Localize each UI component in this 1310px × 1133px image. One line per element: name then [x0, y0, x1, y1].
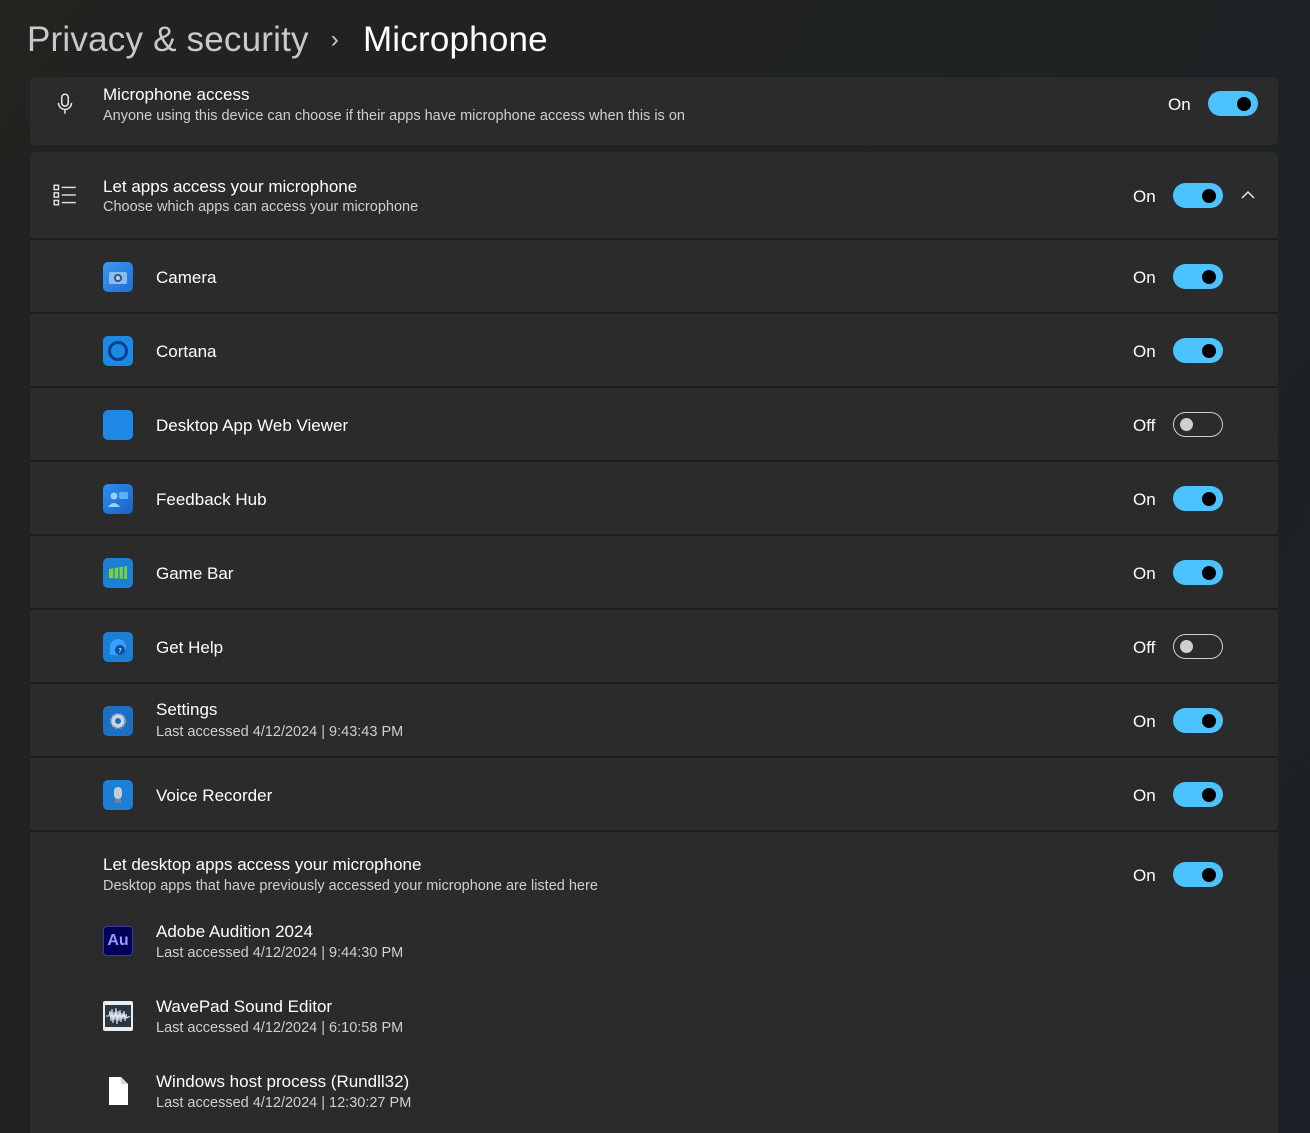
cortana-toggle[interactable] — [1173, 338, 1223, 363]
desktop-app-last-accessed: Last accessed 4/12/2024 | 12:30:27 PM — [156, 1095, 412, 1111]
toggle-knob — [1202, 713, 1216, 728]
desktop-app-name: Adobe Audition 2024 — [156, 922, 313, 941]
wavepad-icon — [103, 1001, 133, 1031]
microphone-access-card: Microphone access Anyone using this devi… — [30, 77, 1278, 145]
apps-access-card: Let apps access your microphone Choose w… — [30, 152, 1278, 1133]
microphone-access-state: On — [1168, 95, 1191, 114]
desktop-access-state: On — [1133, 866, 1156, 885]
toggle-knob — [1202, 188, 1216, 203]
voice-recorder-toggle[interactable] — [1173, 782, 1223, 807]
camera-toggle[interactable] — [1173, 264, 1223, 289]
desktop-access-toggle[interactable] — [1173, 862, 1223, 887]
cortana-icon — [103, 336, 133, 366]
apps-access-header[interactable]: Let apps access your microphone Choose w… — [30, 152, 1278, 238]
app-name: Cortana — [156, 342, 217, 361]
app-row-feedback-hub: Feedback Hub On — [30, 460, 1278, 534]
app-row-camera: Camera On — [30, 238, 1278, 312]
desktop-app-web-viewer-toggle[interactable] — [1173, 412, 1223, 437]
breadcrumb: Privacy & security › Microphone — [27, 16, 548, 64]
toggle-knob — [1202, 269, 1216, 284]
app-name: Settings — [156, 700, 218, 719]
settings-gear-icon — [103, 706, 133, 736]
toggle-knob — [1202, 867, 1216, 882]
breadcrumb-separator: › — [330, 26, 339, 53]
settings-toggle[interactable] — [1173, 708, 1223, 733]
app-state: On — [1133, 490, 1156, 509]
apps-access-title: Let apps access your microphone — [103, 177, 358, 196]
app-name: Desktop App Web Viewer — [156, 416, 349, 435]
get-help-toggle[interactable] — [1173, 634, 1223, 659]
game-bar-icon — [103, 558, 133, 588]
toggle-knob — [1202, 565, 1216, 580]
page-title: Microphone — [362, 20, 548, 59]
feedback-hub-toggle[interactable] — [1173, 486, 1223, 511]
toggle-knob — [1202, 787, 1216, 802]
toggle-knob — [1202, 491, 1216, 506]
app-last-accessed: Last accessed 4/12/2024 | 9:43:43 PM — [156, 724, 404, 740]
desktop-access-description: Desktop apps that have previously access… — [103, 878, 598, 894]
chevron-up-icon[interactable] — [1238, 185, 1258, 205]
app-name: Game Bar — [156, 564, 234, 583]
desktop-apps-section: Let desktop apps access your microphone … — [30, 830, 1278, 1133]
app-name: Get Help — [156, 638, 224, 657]
microphone-icon — [57, 93, 73, 114]
microphone-access-toggle[interactable] — [1208, 91, 1258, 116]
desktop-app-last-accessed: Last accessed 4/12/2024 | 6:10:58 PM — [156, 1020, 404, 1036]
app-state: Off — [1133, 638, 1156, 657]
app-state: On — [1133, 786, 1156, 805]
app-state: On — [1133, 712, 1156, 731]
microphone-access-description: Anyone using this device can choose if t… — [103, 108, 685, 124]
app-name: Voice Recorder — [156, 786, 273, 805]
list-icon — [53, 184, 76, 206]
apps-access-state: On — [1133, 187, 1156, 206]
blank-file-icon — [103, 1076, 133, 1106]
web-viewer-icon — [103, 410, 133, 440]
microphone-access-title: Microphone access — [103, 85, 250, 104]
app-state: On — [1133, 342, 1156, 361]
app-row-get-help: ? Get Help Off — [30, 608, 1278, 682]
game-bar-toggle[interactable] — [1173, 560, 1223, 585]
app-state: On — [1133, 268, 1156, 287]
app-row-game-bar: Game Bar On — [30, 534, 1278, 608]
app-name: Feedback Hub — [156, 490, 267, 509]
svg-text:?: ? — [118, 647, 122, 655]
apps-access-description: Choose which apps can access your microp… — [103, 199, 419, 215]
adobe-audition-icon: Au — [103, 926, 133, 956]
toggle-knob — [1237, 96, 1251, 111]
desktop-access-title: Let desktop apps access your microphone — [103, 855, 422, 874]
breadcrumb-parent-link[interactable]: Privacy & security — [27, 20, 309, 60]
toggle-knob — [1180, 639, 1193, 653]
toggle-knob — [1180, 417, 1193, 431]
toggle-knob — [1202, 343, 1216, 358]
get-help-icon: ? — [103, 632, 133, 662]
app-row-cortana: Cortana On — [30, 312, 1278, 386]
desktop-app-name: Windows host process (Rundll32) — [156, 1072, 410, 1091]
app-row-desktop-app-web-viewer: Desktop App Web Viewer Off — [30, 386, 1278, 460]
app-state: On — [1133, 564, 1156, 583]
apps-access-toggle[interactable] — [1173, 183, 1223, 208]
adobe-audition-icon-text: Au — [107, 932, 129, 949]
voice-recorder-icon — [103, 780, 133, 810]
app-row-settings: Settings Last accessed 4/12/2024 | 9:43:… — [30, 682, 1278, 756]
camera-icon — [103, 262, 133, 292]
app-state: Off — [1133, 416, 1156, 435]
desktop-app-last-accessed: Last accessed 4/12/2024 | 9:44:30 PM — [156, 945, 404, 961]
app-name: Camera — [156, 268, 217, 287]
desktop-app-name: WavePad Sound Editor — [156, 997, 333, 1016]
feedback-hub-icon — [103, 484, 133, 514]
app-row-voice-recorder: Voice Recorder On — [30, 756, 1278, 830]
